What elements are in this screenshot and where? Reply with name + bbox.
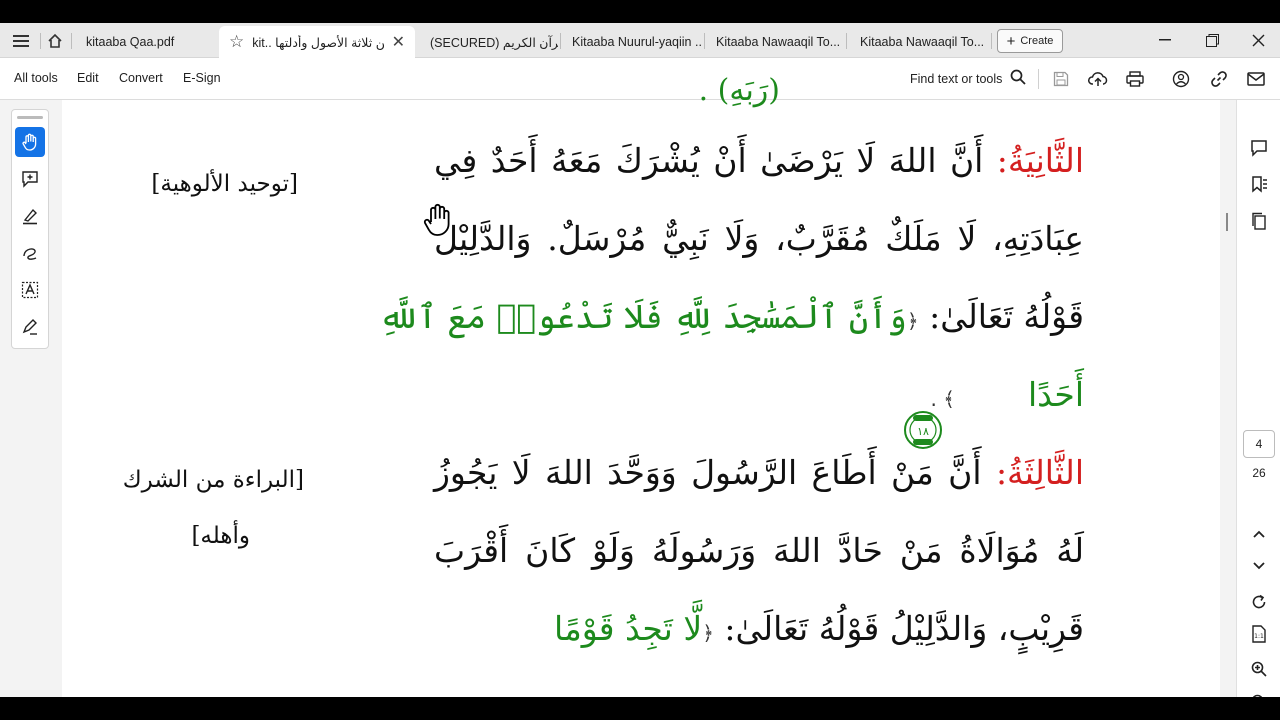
margin-note-baraa-2: وأهله]: [191, 523, 250, 549]
hamburger-menu-icon[interactable]: [9, 29, 33, 53]
menu-convert[interactable]: Convert: [119, 71, 163, 85]
highlight-icon[interactable]: [15, 201, 45, 231]
comments-panel-icon[interactable]: [1247, 136, 1271, 160]
zoom-in-icon[interactable]: [1247, 657, 1271, 681]
verse-open-bracket: ﴿: [906, 309, 919, 333]
tab-label: (SECURED) القرآن الكريم: [430, 35, 558, 50]
verse-open-bracket: ﴿: [702, 621, 714, 645]
tab-label: Kitaaba Nawaaqil To...: [716, 35, 841, 49]
scrollbar-thumb[interactable]: [1226, 213, 1228, 231]
margin-note-baraa-1: [البراءة من الشرك: [122, 467, 304, 493]
section3-line2: لَهُ مُوَالَاةُ مَنْ حَادَّ اللهَ وَرَسُ…: [434, 531, 1084, 570]
tab-bar: kitaaba Qaa.pdf ☆ kit.. متن ثلاثة الأصول…: [0, 23, 1280, 58]
tab-label: Kitaaba Nuurul-yaqiin ...: [572, 35, 702, 49]
quran-verse-text: لَّا تَجِدُ قَوْمًا: [554, 609, 703, 648]
tab-nawaaqil-1[interactable]: Kitaaba Nawaaqil To...: [706, 26, 844, 58]
rotate-icon[interactable]: [1247, 590, 1271, 614]
draw-freehand-icon[interactable]: [15, 238, 45, 268]
verse-number-marker: ١٨: [902, 409, 944, 451]
close-tab-icon[interactable]: ✕: [392, 32, 405, 52]
section2-text: أَنَّ اللهَ لَا يَرْضَىٰ أَنْ يُشْرَكَ م…: [434, 141, 984, 180]
verse-intro: قَوْلُهُ تَعَالَىٰ:: [929, 297, 1084, 336]
search-icon: [1010, 69, 1027, 88]
menu-edit[interactable]: Edit: [77, 71, 99, 85]
save-icon[interactable]: [1050, 68, 1072, 90]
tab-kitaaba-qaa[interactable]: kitaaba Qaa.pdf: [76, 26, 216, 58]
print-icon[interactable]: [1124, 68, 1146, 90]
minimize-icon[interactable]: [1152, 28, 1178, 52]
link-icon[interactable]: [1208, 68, 1230, 90]
section2-heading: الثَّانِيَةُ:: [996, 141, 1084, 180]
close-window-icon[interactable]: [1245, 28, 1271, 52]
text-box-icon[interactable]: [15, 275, 45, 305]
zoom-out-icon[interactable]: [1247, 690, 1271, 697]
menu-e-sign[interactable]: E-Sign: [183, 71, 221, 85]
acrobat-window: kitaaba Qaa.pdf ☆ kit.. متن ثلاثة الأصول…: [0, 23, 1280, 697]
section3-heading: الثَّالِثَةُ:: [995, 453, 1084, 492]
add-comment-icon[interactable]: [15, 164, 45, 194]
section2-line3: قَوْلُهُ تَعَالَىٰ: ﴿وَأَنَّ ٱلْمَسَٰجِد…: [379, 297, 1084, 336]
cloud-upload-icon[interactable]: [1087, 68, 1109, 90]
bookmarks-panel-icon[interactable]: [1247, 172, 1271, 196]
previous-page-icon[interactable]: [1247, 522, 1271, 546]
restore-icon[interactable]: [1199, 28, 1225, 52]
tab-label: Kitaaba Nawaaqil To...: [860, 35, 985, 49]
section3-line1: الثَّالِثَةُ: أَنَّ مَنْ أَطَاعَ الرَّسُ…: [434, 453, 1084, 492]
quran-verse-text: وَأَنَّ ٱلْمَسَٰجِدَ لِلَّهِ فَلَا تَدْع…: [378, 297, 907, 336]
previous-line-fragment: (رَبَهِ) .: [698, 73, 780, 108]
section3-line3: قَرِيْبٍ، وَالدَّلِيْلُ قَوْلُهُ تَعَالَ…: [434, 609, 1084, 648]
quick-tools-rail: [11, 109, 49, 349]
tab-active-document[interactable]: ☆ kit.. متن ثلاثة الأصول وأدلتها ✕: [219, 26, 415, 58]
total-pages: 26: [1252, 466, 1266, 480]
svg-text:1:1: 1:1: [1254, 633, 1264, 640]
margin-note-tawhid: [توحيد الألوهية]: [151, 171, 298, 197]
section2-line4: أَحَدًا ﴾ .: [434, 375, 1085, 414]
next-page-icon[interactable]: [1247, 554, 1271, 578]
rail-drag-handle[interactable]: [17, 116, 43, 119]
tab-quran[interactable]: (SECURED) القرآن الكريم: [420, 26, 558, 58]
star-icon[interactable]: ☆: [229, 32, 244, 52]
verse-number: ١٨: [917, 425, 929, 438]
verse-intro: قَرِيْبٍ، وَالدَّلِيْلُ قَوْلُهُ تَعَالَ…: [724, 609, 1084, 648]
right-panel-rail: 4 26 1:1: [1236, 100, 1280, 697]
section3-text: أَنَّ مَنْ أَطَاعَ الرَّسُولَ وَوَحَّدَ …: [434, 453, 982, 492]
plus-icon: +: [1006, 32, 1016, 50]
menu-all-tools[interactable]: All tools: [14, 71, 58, 85]
tab-label: kitaaba Qaa.pdf: [86, 35, 175, 49]
quran-verse-text-end: أَحَدًا: [1027, 375, 1084, 414]
current-page-input[interactable]: 4: [1243, 430, 1275, 458]
hand-tool-icon[interactable]: [15, 127, 45, 157]
create-label: Create: [1020, 35, 1054, 47]
copy-pages-icon[interactable]: [1247, 209, 1271, 233]
hand-cursor-icon: [422, 203, 456, 239]
share-user-icon[interactable]: [1170, 68, 1192, 90]
tab-label: kit.. متن ثلاثة الأصول وأدلتها: [252, 35, 384, 50]
email-icon[interactable]: [1245, 68, 1267, 90]
find-text-or-tools[interactable]: Find text or tools: [910, 69, 1027, 88]
tab-nawaaqil-2[interactable]: Kitaaba Nawaaqil To...: [850, 26, 990, 58]
create-button[interactable]: + Create: [997, 29, 1063, 53]
find-label: Find text or tools: [910, 71, 1003, 86]
verse-close-bracket: ﴾ .: [930, 387, 955, 411]
section2-line2: عِبَادَتِهِ، لَا مَلَكٌ مُقَرَّبٌ، وَلَا…: [434, 219, 1084, 258]
page-fit-icon[interactable]: 1:1: [1247, 622, 1271, 646]
sign-pen-icon[interactable]: [15, 312, 45, 342]
home-icon[interactable]: [43, 29, 67, 53]
tab-nuurul-yaqiin[interactable]: Kitaaba Nuurul-yaqiin ...: [562, 26, 702, 58]
section2-line1: الثَّانِيَةُ: أَنَّ اللهَ لَا يَرْضَىٰ أ…: [434, 141, 1084, 180]
